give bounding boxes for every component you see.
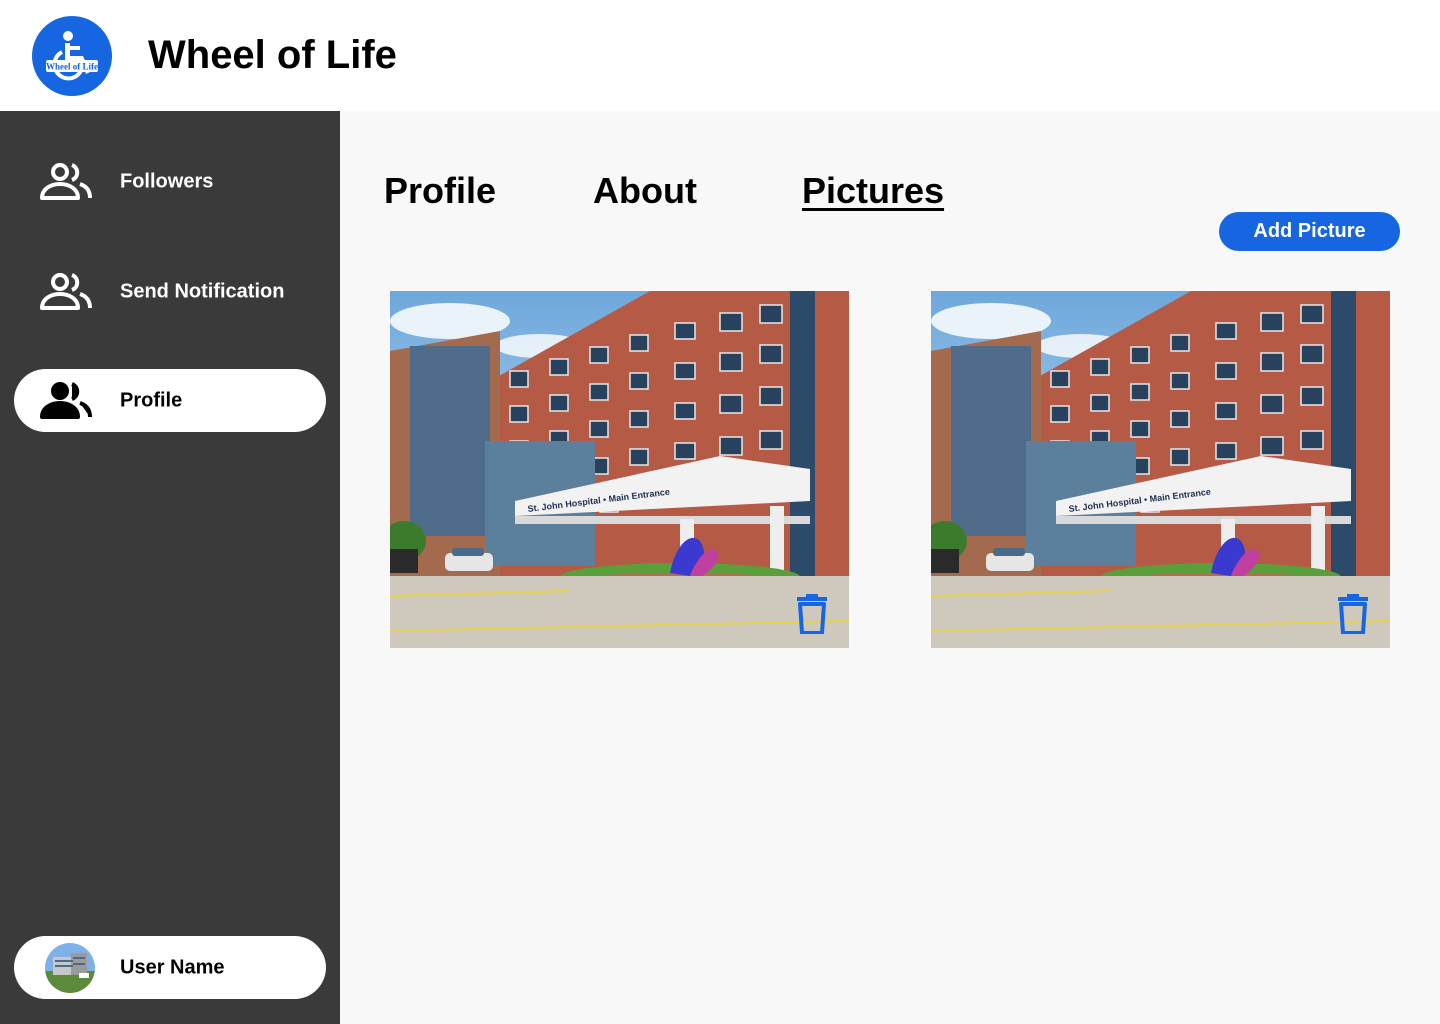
people-icon — [38, 272, 94, 312]
people-icon — [38, 162, 94, 202]
sidebar: Followers Send Notification Profile User… — [0, 111, 340, 1024]
trash-icon[interactable] — [1338, 594, 1368, 634]
tab-pictures[interactable]: Pictures — [802, 170, 944, 212]
picture-card[interactable]: St. John Hospital • Main Entrance — [931, 291, 1390, 648]
people-icon — [38, 381, 94, 421]
sidebar-item-send-notification[interactable]: Send Notification — [14, 260, 326, 323]
tab-profile[interactable]: Profile — [384, 170, 496, 212]
hospital-photo: St. John Hospital • Main Entrance — [390, 291, 849, 648]
app-title: Wheel of Life — [148, 33, 397, 77]
user-account-button[interactable]: User Name — [14, 936, 326, 999]
sidebar-item-label: Send Notification — [120, 280, 285, 302]
tab-about[interactable]: About — [593, 170, 697, 212]
trash-icon[interactable] — [797, 594, 827, 634]
avatar — [45, 943, 95, 993]
sidebar-item-label: Profile — [120, 389, 183, 411]
sidebar-item-profile[interactable]: Profile — [14, 369, 326, 432]
user-name: User Name — [120, 956, 225, 978]
top-bar: Wheel of Life Wheel of Life — [0, 0, 1440, 111]
hospital-photo: St. John Hospital • Main Entrance — [931, 291, 1390, 648]
picture-card[interactable]: St. John Hospital • Main Entrance — [390, 291, 849, 648]
wheelchair-icon: Wheel of Life — [46, 31, 98, 81]
add-picture-button[interactable]: Add Picture — [1219, 212, 1400, 251]
app-logo[interactable]: Wheel of Life — [32, 16, 112, 96]
svg-text:Wheel of Life: Wheel of Life — [46, 62, 98, 72]
sidebar-item-label: Followers — [120, 170, 214, 192]
sidebar-item-followers[interactable]: Followers — [14, 150, 326, 213]
